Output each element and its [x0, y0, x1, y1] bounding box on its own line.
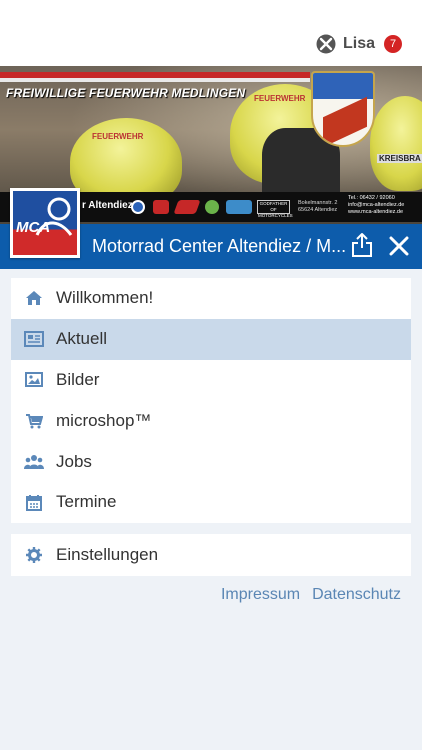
user-logo-icon — [316, 34, 336, 54]
cart-icon — [24, 411, 44, 431]
app-title: Motorrad Center Altendiez / M... — [92, 236, 347, 256]
close-icon[interactable] — [387, 234, 411, 258]
ducati-logo-icon — [153, 200, 169, 214]
banner-stripe-white — [0, 78, 310, 82]
bmw-logo-icon — [131, 200, 145, 214]
newspaper-icon — [24, 329, 44, 349]
brand-logo-icon — [205, 200, 219, 214]
menu-item-willkommen[interactable]: Willkommen! — [11, 278, 411, 319]
menu-item-termine[interactable]: Termine — [11, 482, 411, 523]
mca-logo: MCA — [13, 191, 77, 255]
share-icon[interactable] — [350, 232, 374, 258]
menu-label: Einstellungen — [56, 545, 159, 564]
menu-label: Jobs — [56, 451, 92, 471]
helmet-label: FEUERWEHR — [92, 132, 144, 141]
menu-label: Termine — [56, 492, 117, 512]
godfather-logo: GODFATHER OF MOTORCYCLES — [257, 200, 293, 218]
user-chip[interactable]: Lisa 7 — [316, 33, 402, 55]
menu-label: Bilder — [56, 369, 100, 389]
banner-title: FREIWILLIGE FEUERWEHR MEDLINGEN — [6, 86, 246, 100]
menu-label: Willkommen! — [56, 288, 154, 308]
menu-label: microshop™ — [56, 410, 152, 430]
menu-item-einstellungen[interactable]: Einstellungen — [11, 534, 411, 576]
calendar-icon — [24, 492, 44, 512]
avatar: MCA — [10, 188, 80, 258]
gear-icon — [24, 545, 44, 565]
menu-item-jobs[interactable]: Jobs — [11, 441, 411, 482]
image-icon — [24, 370, 44, 390]
impressum-link[interactable]: Impressum — [221, 586, 300, 604]
navigation-menu: Willkommen! Aktuell Bilder microshop™ Jo… — [11, 278, 411, 523]
sponsor-name: r Altendiez — [82, 200, 133, 211]
settings-panel: Einstellungen — [11, 534, 411, 576]
user-name: Lisa — [342, 35, 375, 52]
honda-logo-icon — [173, 200, 201, 214]
menu-item-microshop[interactable]: microshop™ — [11, 400, 411, 441]
home-icon — [24, 288, 44, 308]
top-bar: Lisa 7 — [0, 0, 422, 66]
footer-links: Impressum Datenschutz — [209, 586, 401, 604]
notification-badge[interactable]: 7 — [384, 35, 402, 53]
sponsor-contact: Tel.: 06432 / 92060 info@mca-altendiez.d… — [348, 195, 405, 215]
menu-item-aktuell[interactable]: Aktuell — [11, 318, 411, 360]
vespa-logo-icon — [226, 200, 252, 214]
avatar-text: MCA — [16, 219, 51, 236]
datenschutz-link[interactable]: Datenschutz — [312, 586, 401, 604]
users-icon — [24, 452, 44, 472]
coat-of-arms-icon — [311, 71, 375, 147]
helmet-label: FEUERWEHR — [254, 94, 306, 103]
sponsor-address: Bokelmannstr. 2 65624 Altendiez — [298, 200, 338, 213]
menu-item-bilder[interactable]: Bilder — [11, 360, 411, 401]
kreis-label: KREISBRA — [377, 154, 422, 163]
menu-label: Aktuell — [56, 329, 108, 349]
